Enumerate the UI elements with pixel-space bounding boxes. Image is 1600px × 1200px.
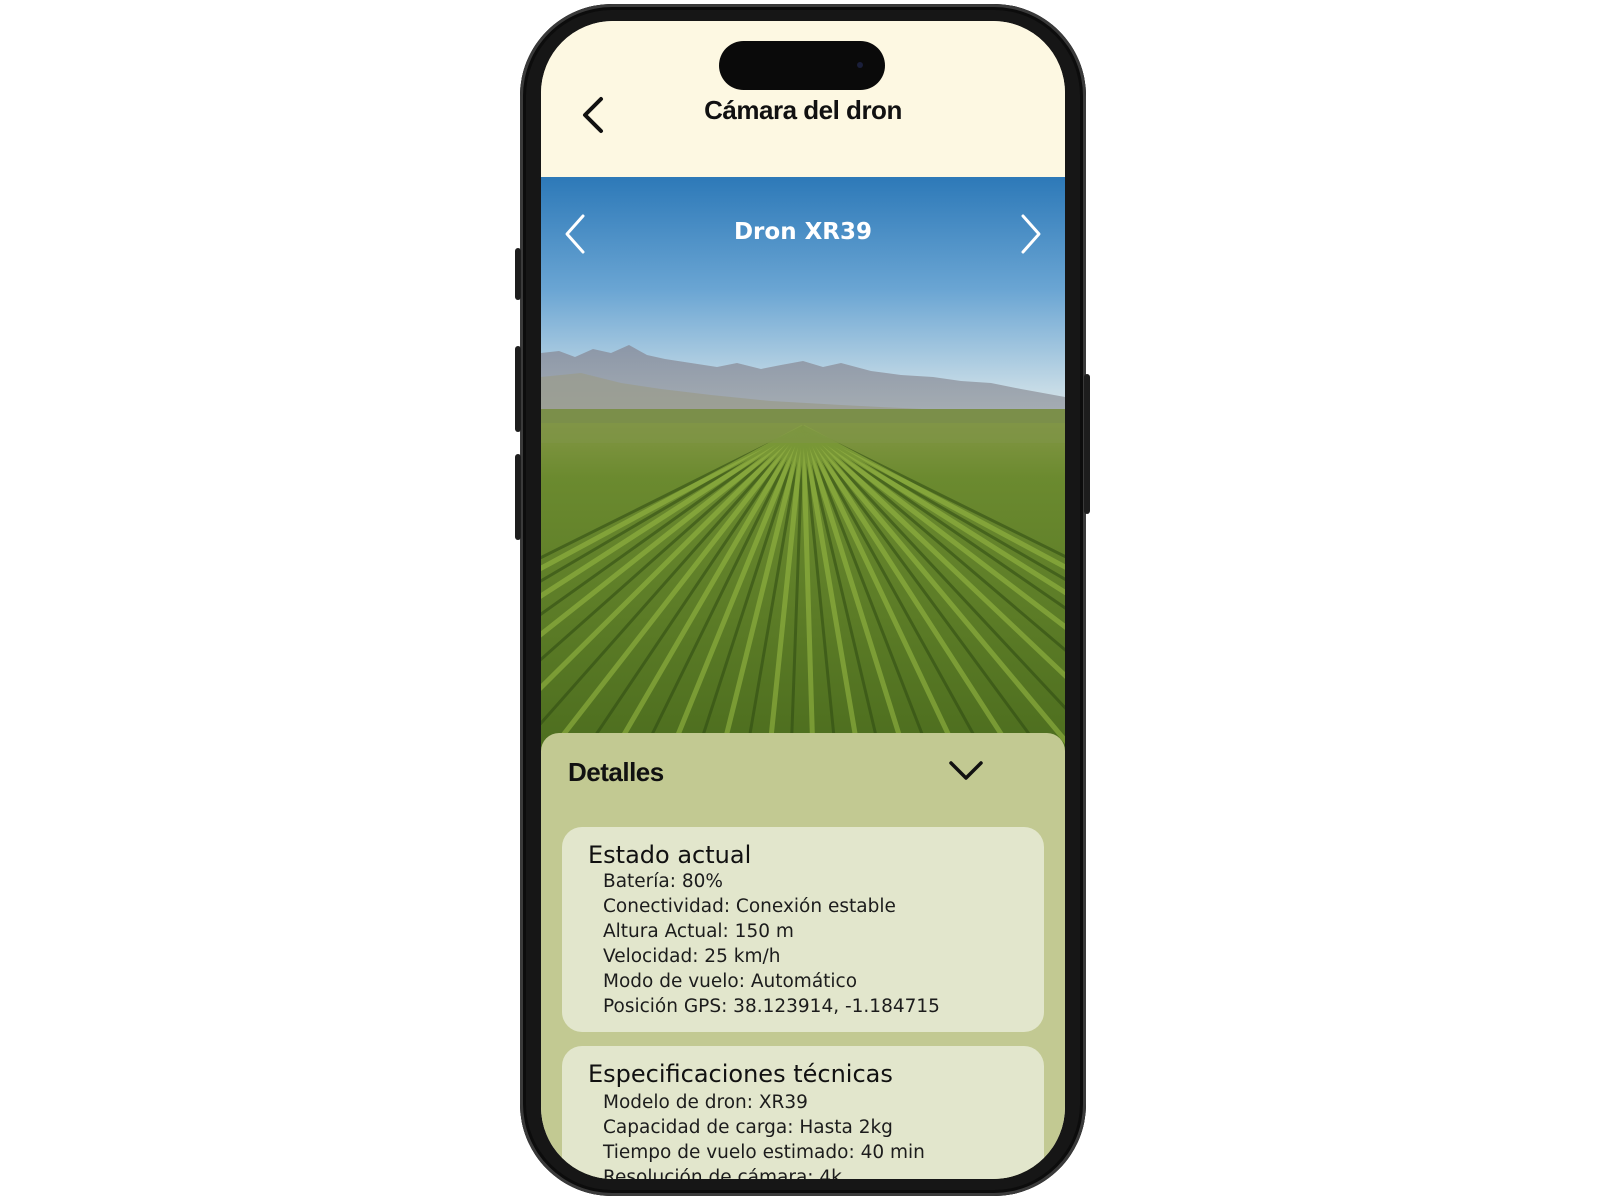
specs-card: Especificaciones técnicas Modelo de dron… xyxy=(562,1046,1044,1179)
payload-line: Capacidad de carga: Hasta 2kg xyxy=(603,1117,893,1138)
specs-card-title: Especificaciones técnicas xyxy=(588,1060,893,1088)
front-camera-icon xyxy=(857,62,863,68)
details-panel: Detalles Estado actual Batería: 80% Cone… xyxy=(541,733,1065,1179)
page-title: Cámara del dron xyxy=(704,95,902,125)
chevron-right-icon xyxy=(1021,214,1041,254)
volume-up-button xyxy=(515,346,521,432)
altitude-line: Altura Actual: 150 m xyxy=(603,921,794,942)
status-card: Estado actual Batería: 80% Conectividad:… xyxy=(562,827,1044,1032)
vineyard-landscape-image xyxy=(541,177,1065,757)
chevron-down-icon xyxy=(949,761,983,780)
power-button xyxy=(1084,374,1090,514)
app-screen: Cámara del dron Dron XR39 Detalles Estad… xyxy=(541,21,1065,1179)
speed-line: Velocidad: 25 km/h xyxy=(603,946,781,967)
next-drone-button[interactable] xyxy=(1013,211,1045,257)
drone-camera-feed: Dron XR39 xyxy=(541,177,1065,757)
status-card-title: Estado actual xyxy=(588,841,752,869)
gps-position-line: Posición GPS: 38.123914, -1.184715 xyxy=(603,996,940,1017)
dynamic-island xyxy=(719,41,885,90)
connectivity-line: Conectividad: Conexión estable xyxy=(603,896,896,917)
camera-resolution-line: Resolución de cámara: 4k xyxy=(603,1167,842,1179)
details-toggle[interactable]: Detalles xyxy=(541,733,1065,809)
flight-mode-line: Modo de vuelo: Automático xyxy=(603,971,858,992)
model-line: Modelo de dron: XR39 xyxy=(603,1092,808,1113)
battery-line: Batería: 80% xyxy=(603,871,723,892)
details-title: Detalles xyxy=(568,757,664,787)
volume-down-button xyxy=(515,454,521,540)
drone-name: Dron XR39 xyxy=(733,219,873,245)
action-button xyxy=(515,248,521,300)
flight-time-line: Tiempo de vuelo estimado: 40 min xyxy=(603,1142,925,1163)
